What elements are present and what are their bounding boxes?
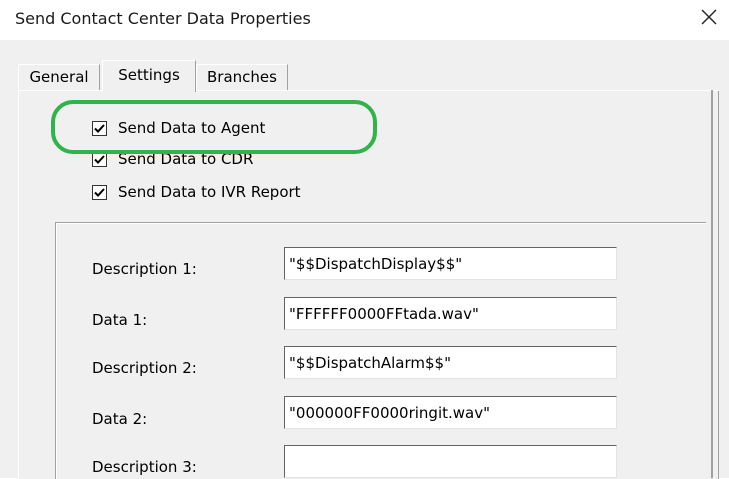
checkmark-icon — [94, 124, 105, 133]
description-2-field[interactable] — [284, 346, 617, 379]
description-3-label: Description 3: — [92, 458, 197, 476]
checkbox-label: Send Data to IVR Report — [118, 183, 301, 201]
description-2-label: Description 2: — [92, 359, 197, 377]
close-icon — [701, 9, 717, 25]
description-1-field[interactable] — [284, 247, 617, 280]
checkmark-icon — [94, 188, 105, 197]
description-1-label: Description 1: — [92, 260, 197, 278]
data-2-field[interactable] — [284, 396, 617, 429]
close-button[interactable] — [694, 2, 724, 32]
tab-settings[interactable]: Settings — [102, 60, 196, 92]
checkbox-box[interactable] — [92, 121, 107, 136]
panel-right-edge — [711, 90, 713, 478]
tab-general[interactable]: General — [18, 64, 100, 90]
data-2-label: Data 2: — [92, 410, 148, 428]
window-title: Send Contact Center Data Properties — [15, 9, 311, 28]
checkbox-box[interactable] — [92, 185, 107, 200]
checkbox-label: Send Data to CDR — [118, 150, 254, 168]
checkbox-label: Send Data to Agent — [118, 119, 266, 137]
data-1-field[interactable] — [284, 297, 617, 330]
checkbox-box[interactable] — [92, 152, 107, 167]
tab-branches[interactable]: Branches — [196, 64, 288, 90]
checkmark-icon — [94, 155, 105, 164]
description-3-field[interactable] — [284, 445, 617, 478]
data-1-label: Data 1: — [92, 311, 148, 329]
